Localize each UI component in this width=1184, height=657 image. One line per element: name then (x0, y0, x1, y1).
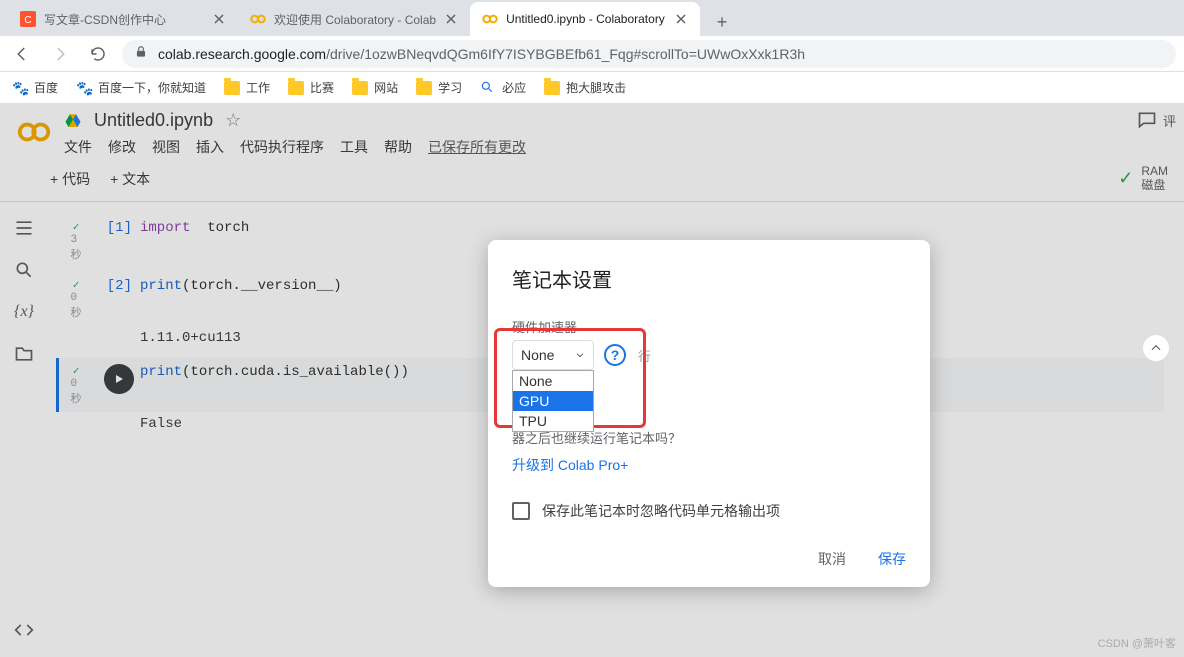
browser-tab-strip: C 写文章-CSDN创作中心 欢迎使用 Colaboratory - Colab… (0, 0, 1184, 36)
accelerator-dropdown: None GPU TPU (512, 370, 594, 432)
back-button[interactable] (8, 40, 36, 68)
bookmark-bing[interactable]: 必应 (480, 79, 526, 96)
browser-tab-active[interactable]: Untitled0.ipynb - Colaboratory (470, 2, 700, 36)
trail-fragment: 行 (638, 346, 651, 365)
folder-icon (352, 81, 368, 95)
bookmark-folder-work[interactable]: 工作 (224, 79, 270, 96)
bookmark-label: 百度 (34, 79, 58, 96)
bookmark-folder-website[interactable]: 网站 (352, 79, 398, 96)
bookmark-baidu[interactable]: 🐾 百度 (12, 79, 58, 96)
omit-output-checkbox[interactable] (512, 502, 530, 520)
url-field[interactable]: colab.research.google.com/drive/1ozwBNeq… (122, 40, 1176, 68)
bookmark-folder-attack[interactable]: 抱大腿攻击 (544, 79, 626, 96)
colab-favicon-icon (482, 11, 498, 27)
notebook-settings-dialog: 笔记本设置 硬件加速器 None None GPU TPU ? 行 器之后也继续… (488, 240, 930, 587)
close-icon[interactable] (444, 12, 458, 26)
colab-favicon-icon (250, 11, 266, 27)
bookmark-label: 工作 (246, 79, 270, 96)
option-gpu[interactable]: GPU (513, 391, 593, 411)
bookmark-label: 抱大腿攻击 (566, 79, 626, 96)
reload-button[interactable] (84, 40, 112, 68)
bookmarks-bar: 🐾 百度 🐾 百度一下，你就知道 工作 比赛 网站 学习 必应 抱大腿攻击 (0, 72, 1184, 104)
tab-title: 写文章-CSDN创作中心 (44, 11, 204, 28)
bookmark-folder-study[interactable]: 学习 (416, 79, 462, 96)
folder-icon (224, 81, 240, 95)
cancel-button[interactable]: 取消 (818, 549, 846, 569)
save-button[interactable]: 保存 (878, 549, 906, 569)
colab-app: Untitled0.ipynb ☆ 文件 修改 视图 插入 代码执行程序 工具 … (0, 104, 1184, 657)
baidu-icon: 🐾 (12, 80, 28, 96)
url-text: colab.research.google.com/drive/1ozwBNeq… (158, 46, 805, 62)
watermark: CSDN @萧叶客 (1098, 635, 1176, 651)
forward-button[interactable] (46, 40, 74, 68)
bookmark-folder-competition[interactable]: 比赛 (288, 79, 334, 96)
hardware-accelerator-label: 硬件加速器 (512, 317, 906, 336)
baidu-icon: 🐾 (76, 80, 92, 96)
bookmark-label: 网站 (374, 79, 398, 96)
bookmark-label: 必应 (502, 79, 526, 96)
option-tpu[interactable]: TPU (513, 411, 593, 431)
address-bar: colab.research.google.com/drive/1ozwBNeq… (0, 36, 1184, 72)
scroll-up-button[interactable] (1142, 334, 1170, 362)
accelerator-select[interactable]: None (512, 340, 594, 370)
bookmark-label: 学习 (438, 79, 462, 96)
folder-icon (288, 81, 304, 95)
folder-icon (544, 81, 560, 95)
bookmark-label: 百度一下，你就知道 (98, 79, 206, 96)
select-value: None (521, 347, 554, 363)
lock-icon (134, 45, 148, 62)
close-icon[interactable] (674, 12, 688, 26)
new-tab-button[interactable]: + (708, 8, 736, 36)
folder-icon (416, 81, 432, 95)
csdn-favicon-icon: C (20, 11, 36, 27)
bookmark-label: 比赛 (310, 79, 334, 96)
tab-title: 欢迎使用 Colaboratory - Colab (274, 11, 436, 28)
upgrade-link[interactable]: 升级到 Colab Pro+ (512, 455, 906, 475)
search-icon (480, 80, 496, 96)
chevron-down-icon (575, 347, 585, 363)
close-icon[interactable] (212, 12, 226, 26)
bookmark-baidu2[interactable]: 🐾 百度一下，你就知道 (76, 79, 206, 96)
browser-tab[interactable]: C 写文章-CSDN创作中心 (8, 2, 238, 36)
help-icon[interactable]: ? (604, 344, 626, 366)
svg-text:C: C (24, 15, 31, 26)
dialog-title: 笔记本设置 (512, 264, 906, 293)
tab-title: Untitled0.ipynb - Colaboratory (506, 12, 666, 26)
option-none[interactable]: None (513, 371, 593, 391)
browser-tab[interactable]: 欢迎使用 Colaboratory - Colab (238, 2, 470, 36)
checkbox-label: 保存此笔记本时忽略代码单元格输出项 (542, 501, 780, 521)
